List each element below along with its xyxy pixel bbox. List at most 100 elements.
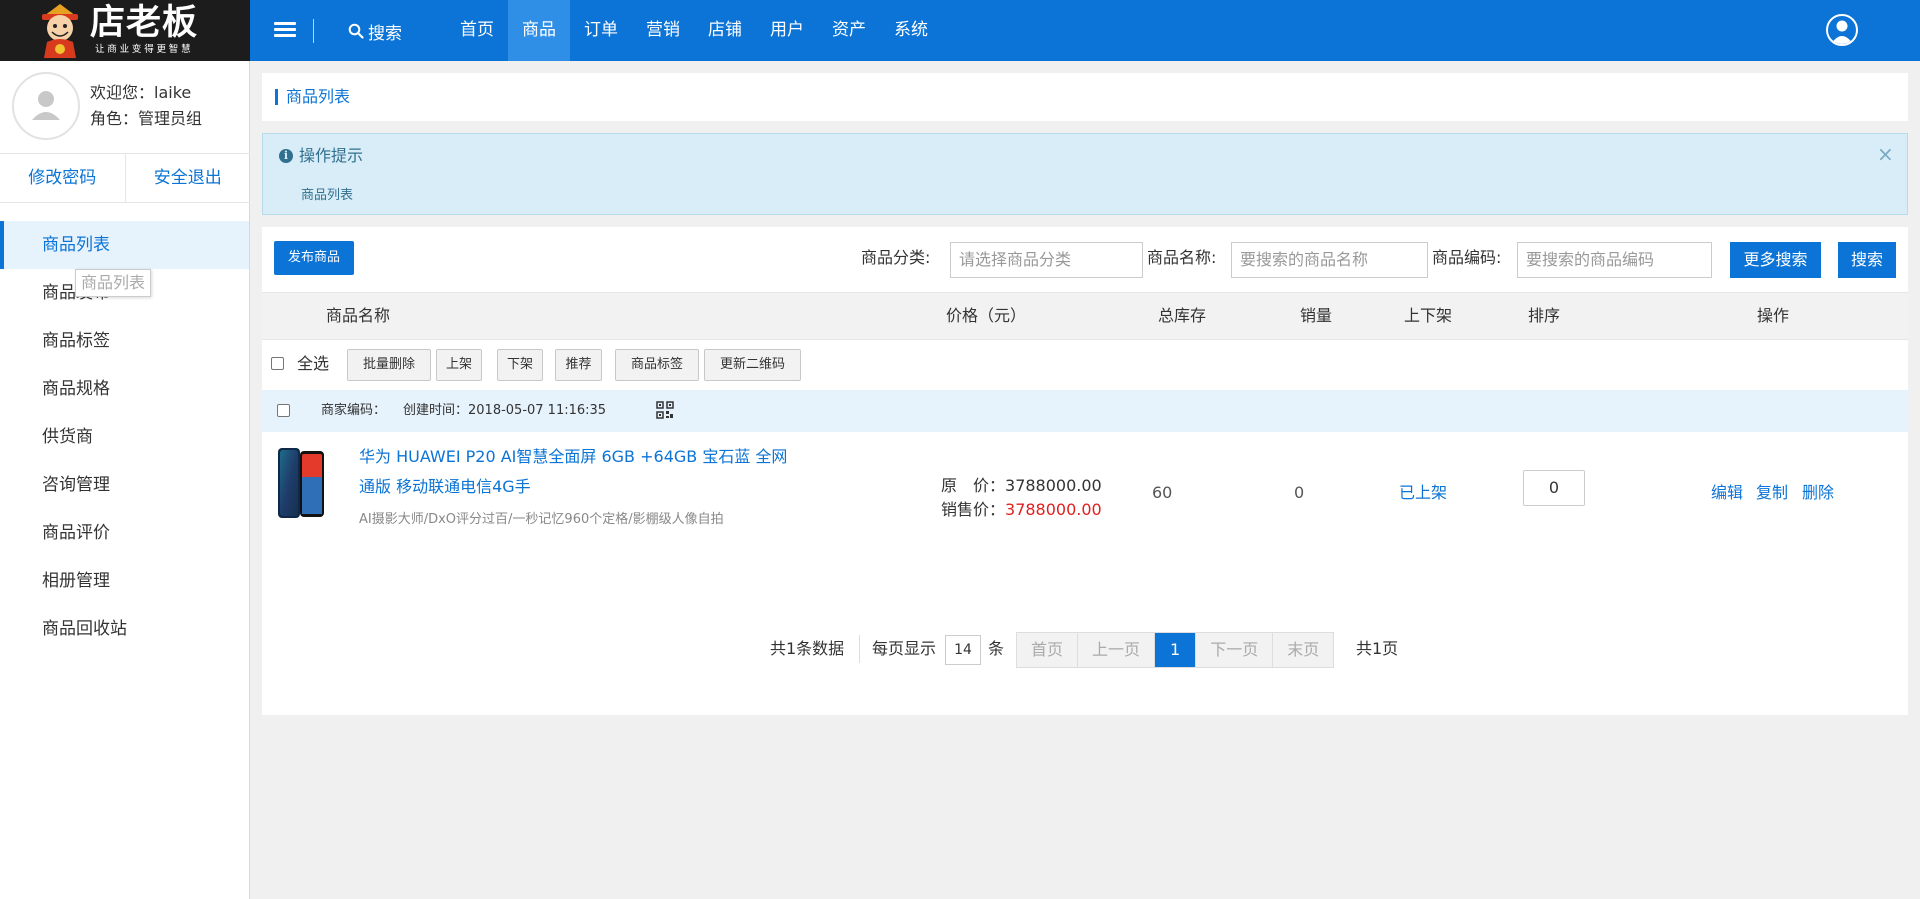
qrcode-icon[interactable] [656,401,674,419]
goods-tag-button[interactable]: 商品标签 [615,349,699,381]
close-icon[interactable]: × [1877,142,1894,166]
name-search-input[interactable]: 要搜索的商品名称 [1231,242,1428,278]
total-count: 共1条数据 [770,639,845,658]
sidebar-item-tags[interactable]: 商品标签 [0,317,249,365]
sidebar-item-suppliers[interactable]: 供货商 [0,413,249,461]
total-pages: 共1页 [1356,639,1399,658]
first-page-button[interactable]: 首页 [1017,633,1079,667]
logo-slogan: 让商业变得更智慧 [95,44,194,55]
breadcrumb-marker [275,89,278,105]
avatar [12,72,80,140]
original-price: 原 价：3788000.00 [941,476,1102,496]
sidebar-item-inquiries[interactable]: 咨询管理 [0,461,249,509]
sidebar-item-goods-list[interactable]: 商品列表 [0,221,249,269]
name-label: 商品名称: [1147,248,1217,267]
nav-users[interactable]: 用户 [756,0,818,61]
sale-price-value: 3788000.00 [1005,500,1102,519]
code-label: 商品编码: [1432,248,1502,267]
original-price-label: 原 价： [941,476,1006,495]
nav-marketing[interactable]: 营销 [632,0,694,61]
nav-assets[interactable]: 资产 [818,0,880,61]
sort-order-input[interactable]: 0 [1523,470,1585,506]
created-time: 创建时间：2018-05-07 11:16:35 [403,403,607,418]
hamburger-menu-icon[interactable] [272,19,298,43]
role-text: 角色：管理员组 [90,109,203,128]
col-stock: 总库存 [1158,306,1207,325]
header-search-label: 搜索 [368,23,402,44]
merchant-code: 商家编码： [321,403,387,418]
bulk-delete-button[interactable]: 批量删除 [347,349,431,381]
original-price-value: 3788000.00 [1005,476,1102,495]
delete-link[interactable]: 删除 [1802,483,1834,503]
category-select[interactable]: 请选择商品分类 [950,242,1143,278]
sidebar-item-albums[interactable]: 相册管理 [0,557,249,605]
stock-value: 60 [1152,483,1173,502]
select-all-label[interactable]: 全选 [297,354,329,374]
shelf-status-toggle[interactable]: 已上架 [1399,483,1447,503]
publish-goods-button[interactable]: 发布商品 [274,241,354,275]
user-account-icon[interactable] [1826,14,1858,46]
col-actions: 操作 [1757,306,1790,325]
select-all-checkbox[interactable] [271,357,284,370]
bulk-actions-row: 全选 批量删除 上架 下架 推荐 商品标签 更新二维码 [262,340,1908,390]
search-button[interactable]: 搜索 [1838,242,1896,278]
nav-goods[interactable]: 商品 [508,0,570,61]
nav-home[interactable]: 首页 [446,0,508,61]
recommend-button[interactable]: 推荐 [555,349,602,381]
logout-button[interactable]: 安全退出 [126,154,251,202]
col-sales: 销量 [1300,306,1333,325]
col-sort: 排序 [1528,306,1561,325]
info-icon: i [279,149,293,163]
more-search-button[interactable]: 更多搜索 [1730,242,1821,278]
page-buttons: 首页 上一页 1 下一页 末页 [1016,632,1335,668]
table-row: 华为 HUAWEI P20 AI智慧全面屏 6GB +64GB 宝石蓝 全网通版… [262,432,1908,552]
header-search-button[interactable]: 搜索 [348,18,402,44]
header-divider [313,19,314,43]
nav-orders[interactable]: 订单 [570,0,632,61]
tips-title: i 操作提示 [279,146,363,166]
search-icon [348,23,364,39]
operation-tips: i 操作提示 商品列表 × [262,133,1908,215]
col-name: 商品名称 [326,306,391,325]
sidebar: 欢迎您：laike 角色：管理员组 修改密码 安全退出 商品列表 商品发布 商品… [0,61,250,899]
page-1-button[interactable]: 1 [1155,633,1197,667]
tips-title-text: 操作提示 [299,146,364,165]
per-page-input[interactable]: 14 [945,635,981,665]
sales-value: 0 [1294,483,1305,502]
logo[interactable]: 店老板 让商业变得更智慧 [0,0,250,61]
unshelve-button[interactable]: 下架 [497,349,543,381]
next-page-button[interactable]: 下一页 [1196,633,1274,667]
update-qrcode-button[interactable]: 更新二维码 [704,349,801,381]
sidebar-item-reviews[interactable]: 商品评价 [0,509,249,557]
product-thumbnail[interactable] [276,447,326,519]
sidebar-item-specs[interactable]: 商品规格 [0,365,249,413]
change-password-button[interactable]: 修改密码 [0,154,126,202]
mascot-logo-icon [42,4,78,58]
shelve-button[interactable]: 上架 [436,349,482,381]
breadcrumb: 商品列表 [262,73,1908,121]
top-bar: 店老板 让商业变得更智慧 搜索 首页 商品 订单 营销 店铺 用户 资产 系统 [0,0,1920,61]
prev-page-button[interactable]: 上一页 [1078,633,1156,667]
product-description: AI摄影大师/DxO评分过百/一秒记忆960个定格/影棚级人像自拍 [359,512,724,527]
code-search-input[interactable]: 要搜索的商品编码 [1517,242,1712,278]
table-header: 商品名称 价格（元） 总库存 销量 上下架 排序 操作 [262,292,1908,340]
per-page-unit: 条 [988,639,1005,658]
row-checkbox[interactable] [277,404,290,417]
breadcrumb-current[interactable]: 商品列表 [286,87,350,107]
main-nav: 首页 商品 订单 营销 店铺 用户 资产 系统 [446,0,942,61]
pagination: 共1条数据 每页显示 14 条 首页 上一页 1 下一页 末页 共1页 [262,630,1908,668]
nav-system[interactable]: 系统 [880,0,942,61]
last-page-button[interactable]: 末页 [1273,633,1334,667]
copy-link[interactable]: 复制 [1756,483,1788,503]
per-page-label: 每页显示 [872,639,937,658]
nav-store[interactable]: 店铺 [694,0,756,61]
edit-link[interactable]: 编辑 [1711,483,1743,503]
product-title-link[interactable]: 华为 HUAWEI P20 AI智慧全面屏 6GB +64GB 宝石蓝 全网通版… [359,442,789,502]
store-info-row: 商家编码： 创建时间：2018-05-07 11:16:35 [262,390,1908,432]
col-price: 价格（元） [946,306,1027,325]
sidebar-item-recycle-bin[interactable]: 商品回收站 [0,605,249,653]
goods-panel: 发布商品 商品分类: 请选择商品分类 商品名称: 要搜索的商品名称 商品编码: … [262,227,1908,715]
col-status: 上下架 [1404,306,1453,325]
account-actions: 修改密码 安全退出 [0,153,250,203]
tips-text: 商品列表 [301,188,354,203]
